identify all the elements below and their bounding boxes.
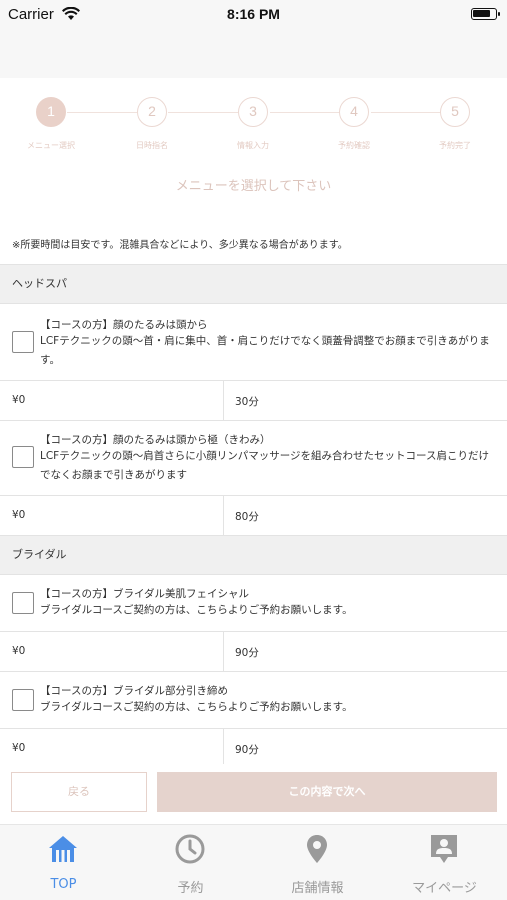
menu-item[interactable]: 【コースの方】ブライダル部分引き締め ブライダルコースご契約の方は、こちらよりご…: [0, 672, 507, 729]
step-number: 5: [440, 97, 470, 127]
menu-checkbox[interactable]: [12, 331, 34, 353]
menu-item[interactable]: 【コースの方】ブライダル美肌フェイシャル ブライダルコースご契約の方は、こちらよ…: [0, 575, 507, 632]
menu-price: ¥0: [12, 394, 26, 406]
navigation-bar: [0, 30, 507, 78]
section-header-bridal: ブライダル: [0, 535, 507, 575]
back-button[interactable]: 戻る: [11, 772, 147, 812]
step-label: 日時指名: [136, 141, 168, 150]
next-button[interactable]: この内容で次へ: [157, 772, 497, 812]
tab-label: 予約: [177, 881, 204, 896]
step-1: 1 メニュー選択: [1, 97, 101, 151]
menu-duration: 80分: [235, 511, 259, 523]
menu-price: ¥0: [12, 509, 26, 521]
duration-note: ※所要時間は目安です。混雑具合などにより、多少異なる場合があります。: [12, 240, 348, 251]
menu-checkbox[interactable]: [12, 446, 34, 468]
battery-icon: [471, 8, 500, 20]
map-pin-icon: [307, 835, 327, 863]
step-number: 3: [238, 97, 268, 127]
divider: [223, 496, 224, 536]
price-row: ¥0 90分: [0, 632, 507, 672]
step-label: 予約確認: [338, 141, 370, 150]
menu-item[interactable]: 【コースの方】顔のたるみは頭から極（きわみ） LCFテクニックの頭〜肩首さらに小…: [0, 421, 507, 496]
menu-duration: 90分: [235, 744, 259, 756]
menu-checkbox[interactable]: [12, 689, 34, 711]
clock-time: 8:16 PM: [227, 6, 280, 22]
menu-price: ¥0: [12, 645, 26, 657]
price-row: ¥0 90分: [0, 729, 507, 769]
menu-item-title: 【コースの方】ブライダル美肌フェイシャル: [40, 588, 250, 600]
status-bar: Carrier 8:16 PM: [0, 0, 507, 30]
step-number: 2: [137, 97, 167, 127]
tab-label: 店舗情報: [291, 881, 344, 896]
tab-reservation[interactable]: 予約: [127, 825, 254, 900]
step-label: メニュー選択: [27, 141, 75, 150]
divider: [223, 729, 224, 769]
divider: [223, 632, 224, 672]
menu-item-description: LCFテクニックの頭〜首・肩に集中、首・肩こりだけでなく頭蓋骨調整でお顔まで引き…: [40, 335, 490, 366]
menu-checkbox[interactable]: [12, 592, 34, 614]
menu-item-description: ブライダルコースご契約の方は、こちらよりご予約お願いします。: [40, 701, 353, 713]
menu-duration: 30分: [235, 396, 259, 408]
home-icon: [49, 836, 77, 862]
clock-icon: [175, 834, 205, 864]
step-number: 1: [36, 97, 66, 127]
step-2: 2 日時指名: [102, 97, 202, 151]
account-icon: [431, 835, 457, 863]
tab-mypage[interactable]: マイページ: [381, 825, 507, 900]
step-number: 4: [339, 97, 369, 127]
footer-actions: 戻る この内容で次へ: [0, 764, 507, 824]
divider: [223, 381, 224, 421]
menu-item[interactable]: 【コースの方】顔のたるみは頭から LCFテクニックの頭〜首・肩に集中、首・肩こり…: [0, 304, 507, 381]
step-4: 4 予約確認: [304, 97, 404, 151]
menu-item-title: 【コースの方】ブライダル部分引き締め: [40, 685, 229, 697]
tab-label: TOP: [50, 877, 77, 892]
section-header-head-spa: ヘッドスパ: [0, 264, 507, 304]
price-row: ¥0 30分: [0, 381, 507, 421]
price-row: ¥0 80分: [0, 496, 507, 536]
tab-label: マイページ: [412, 881, 477, 896]
menu-item-description: ブライダルコースご契約の方は、こちらよりご予約お願いします。: [40, 604, 353, 616]
step-label: 情報入力: [237, 141, 269, 150]
tab-store-info[interactable]: 店舗情報: [254, 825, 381, 900]
menu-duration: 90分: [235, 647, 259, 659]
progress-steps: 1 メニュー選択 2 日時指名 3 情報入力 4 予約確認 5 予約完了: [0, 97, 507, 157]
instruction-text: メニューを選択して下さい: [175, 179, 332, 194]
menu-item-description: LCFテクニックの頭〜肩首さらに小顔リンパマッサージを組み合わせたセットコース肩…: [40, 450, 489, 481]
step-label: 予約完了: [439, 141, 471, 150]
menu-item-title: 【コースの方】顔のたるみは頭から: [40, 319, 208, 331]
step-3: 3 情報入力: [203, 97, 303, 151]
step-5: 5 予約完了: [405, 97, 505, 151]
menu-price: ¥0: [12, 742, 26, 754]
menu-item-title: 【コースの方】顔のたるみは頭から極（きわみ）: [40, 434, 271, 446]
tab-top[interactable]: TOP: [0, 825, 127, 900]
tab-bar: TOP 予約 店舗情報 マイページ: [0, 824, 507, 900]
